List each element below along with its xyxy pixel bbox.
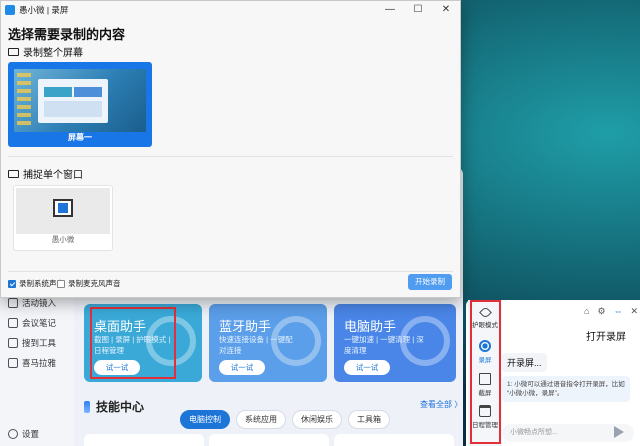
title-bar: 愚小微 | 录屏 — ☐ ✕ — [1, 1, 460, 19]
screen-option-tile[interactable]: 屏幕一 — [8, 62, 152, 147]
section-bar-icon — [84, 400, 90, 413]
full-screen-section: 录制整个屏幕 — [8, 44, 83, 59]
card-desc: 一键加速 | 一键清理 | 深度清理 — [344, 335, 424, 355]
sidebar-item-settings[interactable]: 设置 — [8, 428, 39, 440]
single-window-section: 捕捉单个窗口 — [8, 166, 83, 181]
view-all-link[interactable]: 查看全部 〉 — [420, 399, 462, 410]
screen-thumbnail — [14, 69, 146, 132]
tool-card[interactable] — [84, 434, 204, 446]
microphone-label: 录制麦克风声音 — [68, 279, 121, 288]
sidebar-item-label: 搜到工具 — [22, 338, 57, 348]
window-controls: — ☐ ✕ — [376, 1, 460, 19]
page-title: 选择需要录制的内容 — [8, 27, 126, 42]
try-button[interactable]: 试一试 — [344, 360, 390, 375]
tab-system-apps[interactable]: 系统应用 — [236, 410, 286, 429]
sidebar-item-label: 设置 — [22, 429, 40, 439]
divider — [8, 156, 453, 157]
card-desc: 快速连接设备 | 一键配对连接 — [219, 335, 293, 355]
category-tabs: 电脑控制 系统应用 休闲娱乐 工具箱 — [180, 410, 390, 429]
card-title: 电脑助手 — [344, 319, 397, 334]
pin-icon[interactable]: ⌂ — [584, 306, 589, 317]
tool-card[interactable] — [209, 434, 329, 446]
tool-icon — [8, 338, 18, 348]
sidebar-item-4[interactable]: 喜马拉雅 — [8, 357, 56, 369]
thumbnail-window — [38, 79, 108, 123]
sidebar-item-2[interactable]: 会议笔记 — [8, 317, 56, 329]
reply-chip: 开录屏... — [502, 353, 547, 372]
app-window-icon — [53, 199, 73, 217]
send-icon[interactable] — [614, 426, 624, 438]
tab-computer-control[interactable]: 电脑控制 — [180, 410, 230, 429]
minimize-button[interactable]: — — [376, 1, 404, 19]
audio-icon — [8, 358, 18, 368]
sidebar-item-label: 喜马拉雅 — [22, 358, 57, 368]
card-title: 蓝牙助手 — [219, 319, 272, 334]
card-pc-assistant[interactable]: 电脑助手 一键加速 | 一键清理 | 深度清理 试一试 — [334, 304, 456, 382]
sidebar-item-label: 活动镜入 — [22, 298, 57, 308]
open-record-message: 打开录屏 — [586, 332, 626, 343]
tab-toolbox[interactable]: 工具箱 — [348, 410, 390, 429]
sidebar-item-3[interactable]: 搜到工具 — [8, 337, 56, 349]
desktop-icons — [17, 73, 31, 125]
checkbox-unchecked-icon — [57, 279, 65, 288]
tech-center-label: 技能中心 — [96, 400, 145, 414]
camera-icon — [8, 298, 18, 308]
start-recording-button[interactable]: 开始录制 — [408, 274, 452, 290]
highlight-desktop-assistant — [90, 307, 176, 379]
tool-card[interactable] — [334, 434, 454, 446]
window-caption: 愚小微 — [51, 235, 75, 244]
settings-icon[interactable]: ⚙ — [597, 306, 605, 317]
monitor-icon — [8, 47, 19, 56]
full-screen-label: 录制整个屏幕 — [23, 48, 83, 59]
assistant-toolbar: ⌂ ⚙ ⇔ ✕ — [584, 306, 638, 317]
window-thumbnail — [16, 188, 110, 234]
sidebar-item-label: 会议笔记 — [22, 318, 57, 328]
highlight-assistant-rail — [470, 300, 501, 444]
swap-icon[interactable]: ⇔ — [614, 306, 623, 317]
options-bar: 录制系统声音 录制麦克风声音 开始录制 — [1, 269, 460, 297]
checkbox-checked-icon — [8, 279, 16, 288]
tech-center-title: 技能中心 — [84, 398, 144, 415]
app-icon — [5, 5, 15, 15]
window-option-tile[interactable]: 愚小微 — [13, 185, 113, 251]
close-icon[interactable]: ✕ — [631, 306, 639, 317]
single-window-label: 捕捉单个窗口 — [23, 170, 83, 181]
close-button[interactable]: ✕ — [432, 1, 460, 19]
note-icon — [8, 318, 18, 328]
gear-icon — [8, 429, 18, 439]
microphone-checkbox[interactable]: 录制麦克风声音 — [57, 278, 121, 289]
recorder-window: 愚小微 | 录屏 — ☐ ✕ 选择需要录制的内容 录制整个屏幕 屏幕一 捕捉单个… — [0, 0, 461, 298]
sidebar-item-1[interactable]: 活动镜入 — [8, 297, 56, 309]
try-button[interactable]: 试一试 — [219, 360, 265, 375]
system-audio-checkbox[interactable]: 录制系统声音 — [8, 278, 64, 289]
window-icon — [8, 169, 19, 178]
screen-caption: 屏幕一 — [68, 133, 92, 142]
card-bluetooth-assistant[interactable]: 蓝牙助手 快速连接设备 | 一键配对连接 试一试 — [209, 304, 327, 382]
maximize-button[interactable]: ☐ — [404, 1, 432, 19]
tab-leisure[interactable]: 休闲娱乐 — [292, 410, 342, 429]
assistant-tip: 1: 小微可以通过语音指令打开录屏，比如 “小微小微，录屏”。 — [502, 376, 630, 402]
window-title: 愚小微 | 录屏 — [19, 5, 69, 15]
